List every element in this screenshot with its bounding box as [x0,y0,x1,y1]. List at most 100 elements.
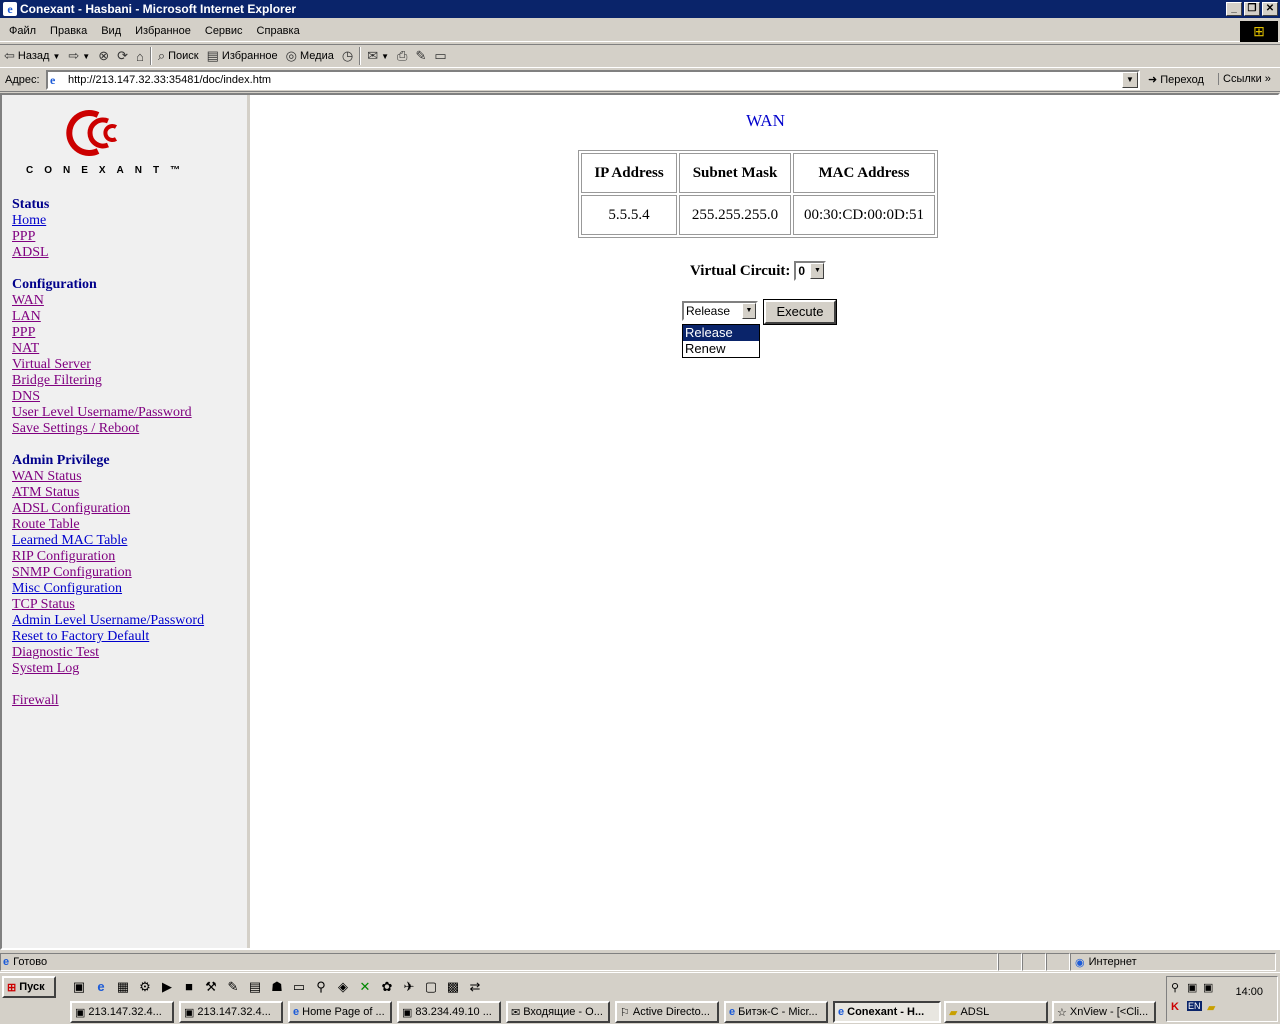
pin-icon[interactable]: ✈ [400,978,418,996]
menu-help[interactable]: Справка [250,25,307,37]
nav-link-home[interactable]: Home [12,213,49,229]
excel-icon[interactable]: ✕ [356,978,374,996]
taskbar-item[interactable]: ▣ 83.234.49.10 ... [397,1001,501,1023]
ie-quicklaunch-icon[interactable]: e [92,978,110,996]
nav-link-wan[interactable]: WAN [12,293,192,309]
option-renew[interactable]: Renew [683,341,759,357]
taskbar-item[interactable]: ✉ Входящие - О... [506,1001,610,1023]
nav-link-wan-status[interactable]: WAN Status [12,469,204,485]
taskbar-item[interactable]: ⚐ Active Directo... [615,1001,719,1023]
links-button[interactable]: Ссылки » [1218,73,1271,85]
document-icon[interactable]: ▤ [246,978,264,996]
tool-icon[interactable]: ⚒ [202,978,220,996]
nav-link-ppp[interactable]: PPP [12,325,192,341]
media-player-icon[interactable]: ▶ [158,978,176,996]
forward-arrow-icon: ⇨ [68,48,80,63]
history-button[interactable]: ◷ [338,45,357,67]
stop-button[interactable]: ⊗ [94,45,113,67]
nav-link-save-reboot[interactable]: Save Settings / Reboot [12,421,192,437]
console-icon[interactable]: ■ [180,978,198,996]
virtual-circuit-select[interactable]: 0 ▼ [794,261,827,281]
favorites-button[interactable]: ▤ Избранное [203,45,282,67]
nav-link-bridge-filtering[interactable]: Bridge Filtering [12,373,192,389]
edit-button[interactable]: ✎ [411,45,430,67]
status-bar: e Готово ◉ Интернет [0,952,1280,972]
menu-favorites[interactable]: Избранное [128,25,198,37]
window-icon[interactable]: ▢ [422,978,440,996]
network-tray-icon[interactable]: ⚲ [1171,981,1179,994]
back-dropdown-icon[interactable]: ▼ [52,52,60,61]
taskbar-item[interactable]: ▰ ADSL [944,1001,1048,1023]
minimize-button[interactable]: _ [1226,2,1242,16]
nav-link-nat[interactable]: NAT [12,341,192,357]
nav-link-route-table[interactable]: Route Table [12,517,204,533]
mail-dropdown-icon[interactable]: ▼ [381,52,389,61]
nav-link-misc-configuration[interactable]: Misc Configuration [12,581,204,597]
media-button[interactable]: ◎ Медиа [282,45,338,67]
nav-link-firewall[interactable]: Firewall [12,693,59,709]
taskbar-item[interactable]: e Home Page of ... [288,1001,392,1023]
print-button[interactable]: ⎙ [393,45,411,67]
monitor-icon[interactable]: ▩ [444,978,462,996]
nav-link-snmp-configuration[interactable]: SNMP Configuration [12,565,204,581]
show-desktop-icon[interactable]: ▣ [70,978,88,996]
nav-link-diagnostic-test[interactable]: Diagnostic Test [12,645,204,661]
nav-link-adsl-configuration[interactable]: ADSL Configuration [12,501,204,517]
nav-link-adsl-status[interactable]: ADSL [12,245,49,261]
chevron-down-icon[interactable]: ▼ [742,303,756,319]
nav-link-virtual-server[interactable]: Virtual Server [12,357,192,373]
home-button[interactable]: ⌂ [132,45,148,67]
monitor-tray-icon[interactable]: ▣ [1203,981,1213,994]
restore-button[interactable]: ❐ [1244,2,1260,16]
action-select[interactable]: Release ▼ [682,301,758,321]
nav-link-factory-reset[interactable]: Reset to Factory Default [12,629,204,645]
calendar-icon[interactable]: ▦ [114,978,132,996]
network-icon[interactable]: ⚙ [136,978,154,996]
go-button[interactable]: ➜ Переход [1148,73,1204,87]
nav-link-atm-status[interactable]: ATM Status [12,485,204,501]
nav-link-ppp-status[interactable]: PPP [12,229,49,245]
menu-view[interactable]: Вид [94,25,128,37]
note-tray-icon[interactable]: ▰ [1207,1001,1215,1014]
address-input[interactable]: e http://213.147.32.33:35481/doc/index.h… [46,70,1140,90]
execute-button[interactable]: Execute [763,299,837,325]
edit-quicklaunch-icon[interactable]: ✎ [224,978,242,996]
refresh-button[interactable]: ⟳ [113,45,132,67]
user-icon[interactable]: ☗ [268,978,286,996]
discuss-button[interactable]: ▭ [430,45,450,67]
computer-icon[interactable]: ▭ [290,978,308,996]
language-indicator[interactable]: EN [1187,1001,1202,1011]
taskbar-item[interactable]: ☆ XnView - [<Cli... [1052,1001,1156,1023]
lan-icon[interactable]: ⚲ [312,978,330,996]
start-button[interactable]: ⊞ Пуск [2,976,56,998]
computer-tray-icon[interactable]: ▣ [1187,981,1197,994]
gear-icon[interactable]: ✿ [378,978,396,996]
nav-link-admin-password[interactable]: Admin Level Username/Password [12,613,204,629]
transfer-icon[interactable]: ⇄ [466,978,484,996]
nav-link-user-password[interactable]: User Level Username/Password [12,405,192,421]
option-release[interactable]: Release [683,325,759,341]
search-button[interactable]: ⌕ Поиск [154,45,203,67]
nav-link-system-log[interactable]: System Log [12,661,204,677]
nav-link-rip-configuration[interactable]: RIP Configuration [12,549,204,565]
taskbar-item[interactable]: ▣ 213.147.32.4... [70,1001,174,1023]
nav-link-tcp-status[interactable]: TCP Status [12,597,204,613]
address-dropdown-icon[interactable]: ▼ [1122,72,1138,88]
taskbar-item-active[interactable]: e Conexant - H... [833,1001,941,1023]
taskbar-item[interactable]: ▣ 213.147.32.4... [179,1001,283,1023]
menu-file[interactable]: Файл [2,25,43,37]
menu-edit[interactable]: Правка [43,25,94,37]
back-button[interactable]: ⇦ Назад ▼ [0,45,64,67]
forward-dropdown-icon[interactable]: ▼ [82,52,90,61]
taskbar-item[interactable]: e Битэк-С - Micr... [724,1001,828,1023]
menu-tools[interactable]: Сервис [198,25,250,37]
nav-link-dns[interactable]: DNS [12,389,192,405]
nav-link-lan[interactable]: LAN [12,309,192,325]
close-button[interactable]: ✕ [1262,2,1278,16]
chevron-down-icon[interactable]: ▼ [810,263,825,279]
mail-button[interactable]: ✉ ▼ [363,45,393,67]
nav-link-mac-table[interactable]: Learned MAC Table [12,533,204,549]
cube-icon[interactable]: ◈ [334,978,352,996]
forward-button[interactable]: ⇨ ▼ [64,45,94,67]
antivirus-icon[interactable]: K [1171,1001,1179,1013]
